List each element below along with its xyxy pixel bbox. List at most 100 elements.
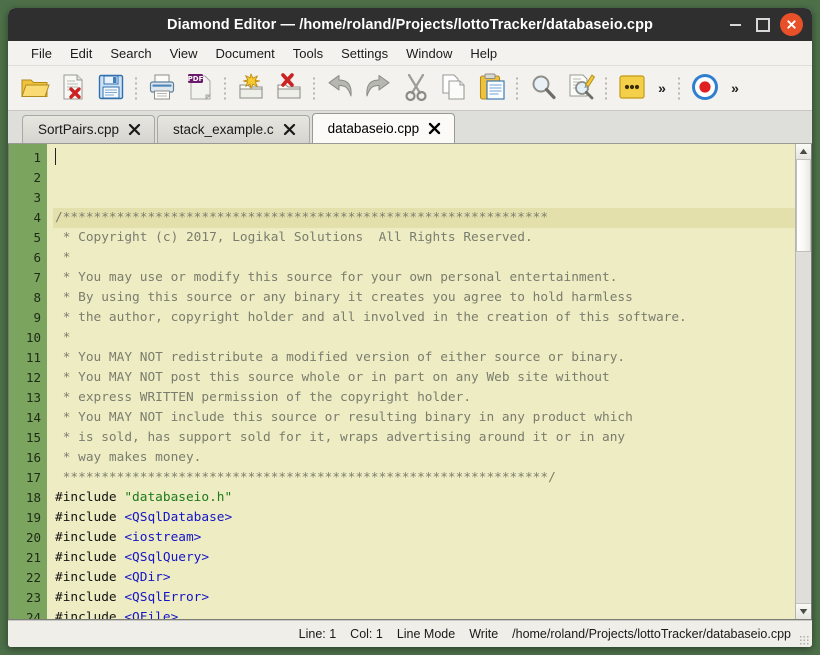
line-number: 24 xyxy=(25,610,41,620)
code-line[interactable]: * You may use or modify this source for … xyxy=(53,268,795,288)
close-tab-icon[interactable] xyxy=(428,122,441,135)
code-token: <QDir> xyxy=(124,570,171,585)
code-line[interactable]: /***************************************… xyxy=(53,208,795,228)
code-line[interactable]: * Copyright (c) 2017, Logikal Solutions … xyxy=(53,228,795,248)
code-line[interactable]: * xyxy=(53,328,795,348)
toolbar-overflow-chevron-1[interactable]: » xyxy=(651,71,673,105)
menu-settings[interactable]: Settings xyxy=(332,44,397,63)
tab-sortpairs-cpp[interactable]: SortPairs.cpp xyxy=(22,115,156,143)
print-icon xyxy=(147,72,177,105)
tab-databaseio-cpp[interactable]: databaseio.cpp xyxy=(311,113,456,143)
code-token: * xyxy=(55,330,71,345)
vertical-scrollbar[interactable] xyxy=(795,144,811,619)
open-folder-icon xyxy=(20,72,50,105)
close-button[interactable] xyxy=(778,12,804,38)
application-window: Diamond Editor — /home/roland/Projects/l… xyxy=(8,8,812,647)
menu-document[interactable]: Document xyxy=(207,44,284,63)
code-line[interactable]: * express WRITTEN permission of the copy… xyxy=(53,388,795,408)
close-document-icon xyxy=(58,72,88,105)
status-bar: Line: 1 Col: 1 Line Mode Write /home/rol… xyxy=(8,620,812,647)
redo-button[interactable] xyxy=(359,69,397,107)
save-button[interactable] xyxy=(92,69,130,107)
record-macro-button[interactable] xyxy=(686,69,724,107)
redo-icon xyxy=(363,72,393,105)
menu-tools[interactable]: Tools xyxy=(284,44,332,63)
close-tab-icon[interactable] xyxy=(283,123,296,136)
code-line[interactable]: * way makes money. xyxy=(53,448,795,468)
show-spaces-button[interactable] xyxy=(613,69,651,107)
code-line[interactable]: * You MAY NOT redistribute a modified ve… xyxy=(53,348,795,368)
undo-icon xyxy=(325,72,355,105)
find-button[interactable] xyxy=(524,69,562,107)
tab-stack-example-c[interactable]: stack_example.c xyxy=(157,115,310,143)
menu-edit[interactable]: Edit xyxy=(61,44,101,63)
editor-area: 1234567891011121314151617181920212223242… xyxy=(8,144,812,620)
code-token: ****************************************… xyxy=(55,470,556,485)
minimize-button[interactable] xyxy=(722,12,748,38)
minimize-icon xyxy=(729,23,741,26)
paste-button[interactable] xyxy=(473,69,511,107)
line-number: 7 xyxy=(33,270,41,285)
code-line[interactable]: * You MAY NOT include this source or res… xyxy=(53,408,795,428)
code-token: #include xyxy=(55,530,125,545)
code-token: #include xyxy=(55,490,125,505)
line-number: 18 xyxy=(25,490,41,505)
code-token: * You MAY NOT post this source whole or … xyxy=(55,370,610,385)
line-number: 15 xyxy=(25,430,41,445)
line-number-gutter: 1234567891011121314151617181920212223242… xyxy=(9,144,47,619)
scroll-down-arrow[interactable] xyxy=(796,603,811,619)
line-number: 20 xyxy=(25,530,41,545)
close-tab-icon[interactable] xyxy=(128,123,141,136)
open-folder-button[interactable] xyxy=(16,69,54,107)
scrollbar-thumb[interactable] xyxy=(796,160,811,252)
code-token: <QSqlError> xyxy=(124,590,210,605)
save-icon xyxy=(96,72,126,105)
toolbar-separator xyxy=(310,75,319,101)
menu-help[interactable]: Help xyxy=(461,44,506,63)
code-token: * way makes money. xyxy=(55,450,202,465)
record-macro-icon xyxy=(689,71,721,106)
scrollbar-track[interactable] xyxy=(796,160,811,603)
toolbar-overflow-chevron-2[interactable]: » xyxy=(724,71,746,105)
code-line[interactable]: * the author, copyright holder and all i… xyxy=(53,308,795,328)
code-line[interactable]: #include <QSqlQuery> xyxy=(53,548,795,568)
scroll-up-arrow[interactable] xyxy=(796,144,811,160)
code-line[interactable]: #include <QDir> xyxy=(53,568,795,588)
new-folder-button[interactable] xyxy=(232,69,270,107)
svg-text:PDF: PDF xyxy=(188,75,204,83)
code-line[interactable]: * You MAY NOT post this source whole or … xyxy=(53,368,795,388)
undo-button[interactable] xyxy=(321,69,359,107)
code-text-area[interactable]: /***************************************… xyxy=(47,144,795,619)
code-token: * You MAY NOT include this source or res… xyxy=(55,410,633,425)
menu-search[interactable]: Search xyxy=(101,44,160,63)
status-line: Line: 1 xyxy=(298,627,337,641)
code-line[interactable]: #include <QFile> xyxy=(53,608,795,619)
code-token: * is sold, has support sold for it, wrap… xyxy=(55,430,626,445)
title-bar[interactable]: Diamond Editor — /home/roland/Projects/l… xyxy=(8,8,812,41)
code-line[interactable]: #include <QSqlError> xyxy=(53,588,795,608)
code-line[interactable]: * is sold, has support sold for it, wrap… xyxy=(53,428,795,448)
resize-grip-icon[interactable] xyxy=(799,635,809,645)
copy-button[interactable] xyxy=(435,69,473,107)
code-line[interactable]: #include <iostream> xyxy=(53,528,795,548)
close-document-button[interactable] xyxy=(54,69,92,107)
code-line[interactable]: * By using this source or any binary it … xyxy=(53,288,795,308)
export-pdf-button[interactable]: PDF xyxy=(181,69,219,107)
code-line[interactable]: ****************************************… xyxy=(53,468,795,488)
line-number: 4 xyxy=(33,210,41,225)
menu-window[interactable]: Window xyxy=(397,44,461,63)
tab-label: SortPairs.cpp xyxy=(38,122,120,137)
status-col: Col: 1 xyxy=(350,627,383,641)
menu-file[interactable]: File xyxy=(22,44,61,63)
cut-button[interactable] xyxy=(397,69,435,107)
find-replace-button[interactable] xyxy=(562,69,600,107)
code-line[interactable]: * xyxy=(53,248,795,268)
print-button[interactable] xyxy=(143,69,181,107)
maximize-button[interactable] xyxy=(750,12,776,38)
menu-view[interactable]: View xyxy=(161,44,207,63)
delete-folder-button[interactable] xyxy=(270,69,308,107)
find-replace-icon xyxy=(566,72,596,105)
code-token: * Copyright (c) 2017, Logikal Solutions … xyxy=(55,230,533,245)
code-line[interactable]: #include <QSqlDatabase> xyxy=(53,508,795,528)
code-line[interactable]: #include "databaseio.h" xyxy=(53,488,795,508)
